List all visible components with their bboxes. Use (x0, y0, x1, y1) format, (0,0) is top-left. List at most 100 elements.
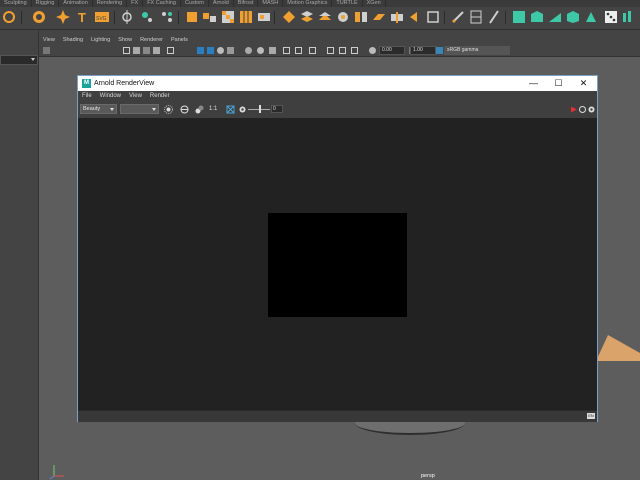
shelf-polygon-icon[interactable] (2, 10, 16, 24)
shelf-teal-wedge-icon[interactable] (548, 10, 562, 24)
shelf-diamond-icon[interactable] (282, 10, 296, 24)
wireframe-icon[interactable] (197, 47, 204, 54)
shelf-tab[interactable]: TURTLE (332, 0, 363, 7)
viewport-menu-item[interactable]: Show (114, 36, 136, 45)
viewport-menu-item[interactable]: Panels (167, 36, 192, 45)
shelf-blocks-icon[interactable] (203, 10, 217, 24)
shadows-icon[interactable] (227, 47, 234, 54)
cone-object[interactable] (596, 335, 640, 365)
grid-toggle-icon[interactable] (123, 47, 130, 54)
render-view-menu-item[interactable]: Window (96, 91, 125, 101)
lighting-icon[interactable] (217, 47, 224, 54)
render-view-menu-item[interactable]: Render (146, 91, 174, 101)
resolution-gate-icon[interactable] (143, 47, 150, 54)
smooth-shade-icon[interactable] (207, 47, 214, 54)
shelf-cluster-icon[interactable] (160, 10, 174, 24)
shelf-tab[interactable]: Custom (181, 0, 209, 7)
render-stop-icon[interactable] (569, 105, 578, 114)
shelf-cube-icon[interactable] (185, 10, 199, 24)
no-symbol-icon[interactable] (180, 105, 189, 114)
exposure-input[interactable]: 0 (271, 105, 283, 113)
shelf-svg-icon[interactable]: SVG (95, 10, 109, 24)
aov-select[interactable]: Beauty (80, 104, 117, 114)
color-space-select[interactable]: sRGB gamma (444, 46, 510, 55)
shelf-tab[interactable]: MASH (258, 0, 284, 7)
shelf-tab[interactable]: Sculpting (0, 0, 32, 7)
shelf-text-icon[interactable]: T (76, 10, 90, 25)
image-plane-icon[interactable] (339, 47, 346, 54)
shelf-tab[interactable]: Animation (59, 0, 93, 7)
bookmark-icon[interactable] (351, 47, 358, 54)
shelf-teal-box-icon[interactable] (530, 10, 544, 24)
shelf-star-light-icon[interactable] (56, 10, 70, 24)
xray-components-icon[interactable] (309, 47, 316, 54)
shelf-fold-icon[interactable] (318, 10, 332, 24)
shelf-tab[interactable]: Bifrost (234, 0, 259, 7)
ratio-label[interactable]: 1:1 (209, 104, 217, 114)
shelf-split-icon[interactable] (354, 10, 368, 24)
shelf-stack-icon[interactable] (300, 10, 314, 24)
shelf-slash-icon[interactable] (487, 10, 501, 24)
gamma-field[interactable]: 1.00 (410, 46, 436, 55)
color-management-icon[interactable] (436, 47, 443, 54)
render-view-menu-item[interactable]: View (125, 91, 146, 101)
render-image[interactable] (268, 213, 407, 317)
shelf-teal-shape-icon[interactable] (584, 10, 598, 24)
motion-blur-icon[interactable] (257, 47, 264, 54)
crop-region-icon[interactable] (226, 105, 235, 114)
exposure-gear-icon[interactable] (238, 105, 247, 114)
render-canvas[interactable] (78, 118, 597, 410)
shelf-pen-icon[interactable] (451, 10, 465, 24)
shelf-frame-icon[interactable] (469, 10, 483, 24)
close-button[interactable]: ✕ (571, 76, 596, 91)
exposure-field[interactable]: 0.00 (379, 46, 405, 55)
shelf-plane-icon[interactable] (372, 10, 386, 24)
render-view-menu-item[interactable]: File (78, 91, 96, 101)
channels-icon[interactable] (195, 105, 204, 114)
viewport-menu-item[interactable]: Shading (59, 36, 87, 45)
isolate-icon[interactable] (167, 47, 174, 54)
xray-joints-icon[interactable] (295, 47, 302, 54)
shelf-cut-icon[interactable] (390, 10, 404, 24)
shelf-bars-icon[interactable] (622, 10, 636, 24)
shelf-joint-icon[interactable] (120, 10, 134, 24)
gate-mask-icon[interactable] (153, 47, 160, 54)
shelf-tab[interactable]: FX Caching (143, 0, 181, 7)
camera-attributes-icon[interactable] (327, 47, 334, 54)
shelf-square-icon[interactable] (426, 10, 440, 24)
minimize-button[interactable]: — (521, 76, 546, 91)
shelf-ik-icon[interactable] (140, 10, 154, 24)
viewport-menu-item[interactable]: Renderer (136, 36, 167, 45)
shelf-sphere-icon[interactable] (32, 10, 46, 24)
shelf-target-icon[interactable] (336, 10, 350, 24)
settings-gear-icon[interactable] (587, 105, 596, 114)
exposure-slider-handle[interactable] (259, 105, 261, 113)
anti-alias-icon[interactable] (269, 47, 276, 54)
render-view-titlebar[interactable]: M Arnold RenderView — ☐ ✕ (78, 76, 597, 91)
shelf-tab[interactable]: Rendering (93, 0, 128, 7)
shelf-tab[interactable]: FX (127, 0, 144, 7)
shelf-teal-cube3d-icon[interactable] (566, 10, 580, 24)
shelf-tab[interactable]: XGen (363, 0, 386, 7)
shelf-dice-icon[interactable] (604, 10, 618, 24)
shelf-grid-icon[interactable] (239, 10, 253, 24)
camera-select[interactable] (120, 104, 159, 114)
shelf-tab[interactable]: Motion Graphics (283, 0, 333, 7)
shelf-teal-cube-icon[interactable] (512, 10, 526, 24)
shelf-lattice-icon[interactable] (257, 10, 271, 24)
xray-icon[interactable] (283, 47, 290, 54)
left-panel-dropdown[interactable] (0, 55, 38, 65)
shelf-tab[interactable]: Arnold (209, 0, 234, 7)
exposure-icon[interactable] (369, 47, 376, 54)
shelf-checker-icon[interactable] (221, 10, 235, 24)
camera-select-icon[interactable] (43, 47, 50, 54)
viewport-menu-item[interactable]: View (39, 36, 59, 45)
refresh-icon[interactable] (578, 105, 587, 114)
film-gate-icon[interactable] (133, 47, 140, 54)
sun-icon[interactable] (164, 105, 173, 114)
ambient-occlusion-icon[interactable] (245, 47, 252, 54)
shelf-arrow-icon[interactable] (408, 10, 422, 24)
maximize-button[interactable]: ☐ (546, 76, 571, 91)
shelf-tab[interactable]: Rigging (32, 0, 60, 7)
viewport-menu-item[interactable]: Lighting (87, 36, 114, 45)
